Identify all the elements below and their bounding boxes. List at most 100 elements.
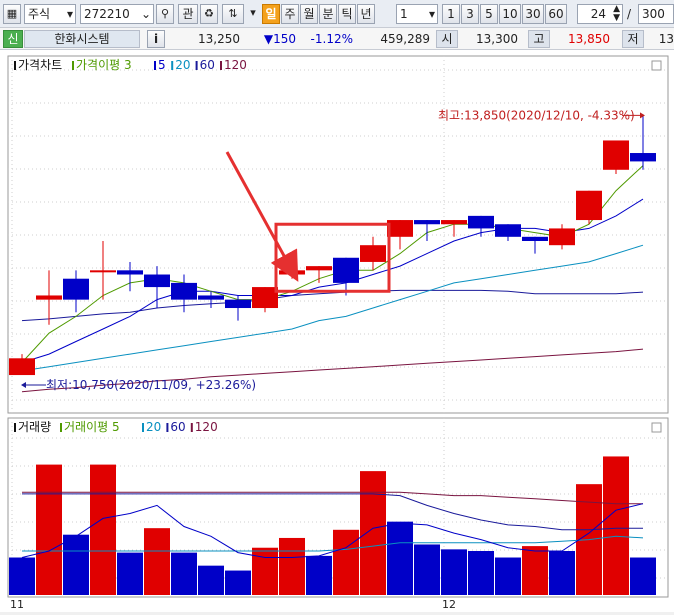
price-legend-marker [195,61,198,70]
market-type-select[interactable]: 주식 ▾ [24,4,76,24]
recycle-icon[interactable]: ♻ [200,4,218,24]
volume-bar-down [441,549,467,595]
volume-legend-marker [142,423,144,432]
volume-legend-marker [190,423,193,432]
high-label: 고 [528,30,550,48]
candle-up [252,287,278,309]
candle-down [468,215,494,229]
chevron-down-icon: ▾ [428,7,435,21]
low-annotation-label: 최저:10,750(2020/11/09, +23.26%) [46,378,256,392]
volume-bar-down [9,557,35,595]
volume-legend-label: 60 [170,420,185,434]
volume-bar-down [306,555,332,595]
volume-legend-label: 120 [195,420,218,434]
stepper-icon[interactable]: ▲ ▼ [613,5,620,23]
high-annotation-label: 최고:13,850(2020/12/10, -4.33%) [438,108,635,122]
quick-interval-button-60[interactable]: 60 [545,4,567,24]
period-button-5[interactable]: 년 [357,4,375,24]
volume-bar-up [36,464,62,595]
period-button-1[interactable]: 주 [281,4,299,24]
volume-bar-down [468,550,494,595]
period-button-4[interactable]: 틱 [338,4,356,24]
volume-legend-label: 거래이평 5 [64,420,120,434]
candle-up [441,220,467,225]
candle-up [36,295,62,300]
period-button-3[interactable]: 분 [319,4,337,24]
volume-bar-up [522,546,548,595]
grid-menu-icon[interactable]: ▦ [3,4,21,24]
quick-interval-button-5[interactable]: 5 [480,4,498,24]
volume-bar-up [252,547,278,595]
candle-down [522,236,548,241]
candle-down [333,257,359,283]
candle-down [63,278,89,300]
volume-bar-up [603,456,629,595]
high-price: 13,850 [568,32,610,46]
chart-area: 가격차트 가격이평 3 5 20 60 120 거래량 거래이평 5 20 60 120 최고:13… [0,50,674,612]
price-legend-label: 20 [175,58,190,72]
volume-bar-down [225,570,251,595]
candle-down [630,153,656,162]
volume-bar-down [495,557,521,595]
volume-bar-down [387,521,413,595]
interval-value: 1 [400,7,408,21]
volume-bar-up [90,464,116,595]
price-legend-marker [72,61,74,70]
stock-code-input[interactable]: 272210 ⌄ [80,4,154,24]
volume-bar-down [198,565,224,595]
count-max-input[interactable]: 300 [638,4,674,24]
x-axis-tick-label: 11 [10,598,24,611]
stock-chart-svg[interactable]: 가격차트 가격이평 3 5 20 60 120 거래량 거래이평 5 20 60 120 최고:13… [0,50,674,612]
open-label: 시 [436,30,458,48]
dropdown-arrow-icon[interactable]: ▾ [246,4,260,24]
chart-toolbar: ▦ 주식 ▾ 272210 ⌄ ⚲ 관 ♻ ⇅ ▾ 일주월분틱년 1 ▾ 135… [0,0,674,28]
market-type-label: 주식 [28,7,51,21]
price-legend-label: 가격차트 [18,58,62,72]
candle-up [90,270,116,273]
price-legend-marker [171,61,174,70]
count-input[interactable]: 24 ▲ ▼ [577,4,623,24]
volume-bar-down [117,552,143,595]
candle-down [414,220,440,225]
price-legend-label: 5 [158,58,166,72]
up-down-arrows-icon[interactable]: ⇅ [222,4,244,24]
volume-bar-down [414,544,440,595]
price-legend-label: 가격이평 3 [76,58,132,72]
quote-row: 신 한화시스템 i 13,250 ▼150 -1.12% 459,289 시 1… [0,28,674,50]
volume-legend-label: 거래량 [18,420,51,434]
price-change: ▼150 [263,32,296,46]
credit-badge: 신 [3,30,23,48]
chevron-down-icon: ▾ [66,7,73,21]
price-legend-label: 60 [200,58,215,72]
count-max-value: 300 [642,7,665,21]
related-stocks-button[interactable]: 관 [178,4,198,24]
quick-interval-button-10[interactable]: 10 [499,4,521,24]
volume-bar-down [63,534,89,595]
interval-select[interactable]: 1 ▾ [396,4,438,24]
low-price: 13 [658,32,674,46]
candle-up [549,228,575,246]
volume-bar-up [144,528,170,595]
period-button-0[interactable]: 일 [262,4,280,24]
search-icon[interactable]: ⚲ [156,4,174,24]
info-button[interactable]: i [147,30,165,48]
period-button-2[interactable]: 월 [300,4,318,24]
candle-down [225,299,251,309]
volume-bar-up [360,471,386,595]
candle-down [171,282,197,300]
quick-interval-button-3[interactable]: 3 [461,4,479,24]
count-separator: / [627,7,632,21]
candle-down [198,295,224,300]
volume-bar-down [171,552,197,595]
quick-interval-button-1[interactable]: 1 [442,4,460,24]
x-axis-tick-label: 12 [442,598,456,611]
trade-volume: 459,289 [380,32,430,46]
candle-down [495,224,521,237]
chevron-down-icon: ⌄ [140,7,151,21]
volume-bar-up [333,529,359,595]
stock-code-value: 272210 [84,7,130,21]
price-change-rate: -1.12% [310,32,353,46]
volume-bar-up [279,537,305,595]
stock-name: 한화시스템 [24,30,140,48]
quick-interval-button-30[interactable]: 30 [522,4,544,24]
